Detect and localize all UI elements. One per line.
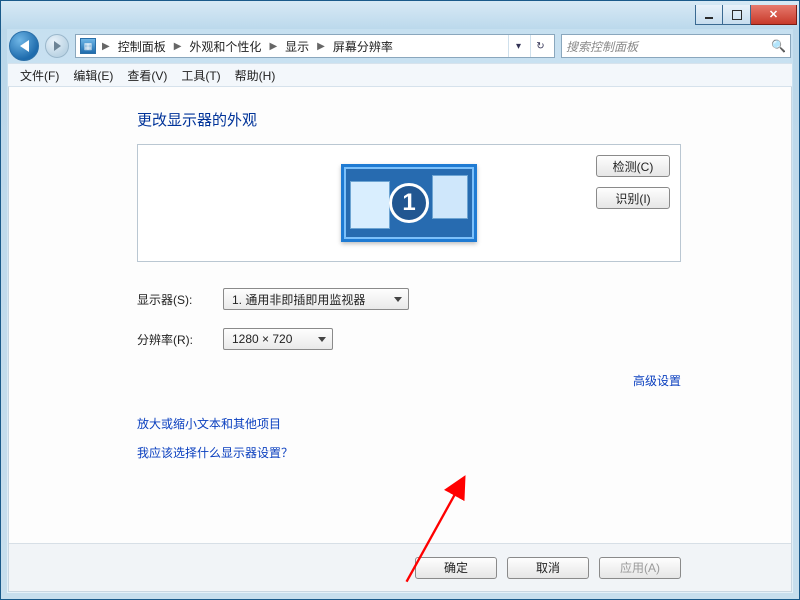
content-area: 更改显示器的外观 检测(C) 识别(I) 1 显示器(S): 1. 通用非即插即… (8, 87, 792, 592)
monitor-number-badge: 1 (389, 183, 429, 223)
resolution-label: 分辨率(R): (137, 331, 207, 348)
breadcrumb-sep: ▶ (315, 41, 327, 52)
apply-button[interactable]: 应用(A) (599, 557, 681, 579)
search-icon[interactable]: 🔍 (771, 39, 786, 53)
close-button[interactable] (751, 5, 797, 25)
back-button[interactable] (9, 31, 39, 61)
display-select[interactable]: 1. 通用非即插即用监视器 (223, 288, 409, 310)
breadcrumb-sep: ▶ (100, 41, 112, 52)
resolution-select[interactable]: 1280 × 720 (223, 328, 333, 350)
monitor-preview-panel: 检测(C) 识别(I) 1 (137, 144, 681, 262)
refresh-icon[interactable]: ↻ (530, 35, 550, 57)
arrow-right-icon (54, 41, 61, 51)
breadcrumb-control-panel[interactable]: 控制面板 (116, 36, 168, 57)
content-scroll: 更改显示器的外观 检测(C) 识别(I) 1 显示器(S): 1. 通用非即插即… (9, 87, 791, 543)
breadcrumb-display[interactable]: 显示 (283, 36, 311, 57)
footer-bar: 确定 取消 应用(A) (9, 543, 791, 591)
menu-view[interactable]: 查看(V) (127, 67, 167, 84)
addressbar-dropdown-icon[interactable]: ▾ (508, 35, 528, 57)
resolution-select-value: 1280 × 720 (232, 332, 292, 346)
cancel-button[interactable]: 取消 (507, 557, 589, 579)
which-settings-link[interactable]: 我应该选择什么显示器设置？ (137, 444, 681, 461)
breadcrumb-sep: ▶ (267, 41, 279, 52)
preview-side-buttons: 检测(C) 识别(I) (596, 155, 670, 209)
control-panel-icon: ▦ (80, 38, 96, 54)
detect-button[interactable]: 检测(C) (596, 155, 670, 177)
thumb-window-icon (350, 181, 390, 229)
row-display: 显示器(S): 1. 通用非即插即用监视器 (137, 288, 681, 310)
advanced-settings-link[interactable]: 高级设置 (633, 372, 681, 389)
menu-help[interactable]: 帮助(H) (235, 67, 276, 84)
menubar: 文件(F) 编辑(E) 查看(V) 工具(T) 帮助(H) (8, 63, 792, 87)
forward-button[interactable] (45, 34, 69, 58)
monitor-thumbnail[interactable]: 1 (341, 164, 477, 242)
menu-tools[interactable]: 工具(T) (181, 67, 220, 84)
identify-button[interactable]: 识别(I) (596, 187, 670, 209)
settings-form: 显示器(S): 1. 通用非即插即用监视器 分辨率(R): 1280 × 720 (137, 288, 681, 350)
menu-file[interactable]: 文件(F) (20, 67, 59, 84)
text-size-link[interactable]: 放大或缩小文本和其他项目 (137, 415, 681, 432)
search-input[interactable]: 搜索控制面板 🔍 (561, 34, 791, 58)
lower-links: 放大或缩小文本和其他项目 我应该选择什么显示器设置？ (137, 415, 681, 461)
breadcrumb-appearance[interactable]: 外观和个性化 (187, 36, 263, 57)
addressbar-tail: ▾ ↻ (508, 35, 550, 57)
row-resolution: 分辨率(R): 1280 × 720 (137, 328, 681, 350)
window-controls (695, 5, 797, 25)
advanced-link-row: 高级设置 (137, 372, 681, 389)
page-title: 更改显示器的外观 (137, 109, 681, 130)
window-frame: ▦ ▶ 控制面板 ▶ 外观和个性化 ▶ 显示 ▶ 屏幕分辨率 ▾ ↻ 搜索控制面… (0, 0, 800, 600)
display-label: 显示器(S): (137, 291, 207, 308)
titlebar (1, 1, 799, 29)
navbar: ▦ ▶ 控制面板 ▶ 外观和个性化 ▶ 显示 ▶ 屏幕分辨率 ▾ ↻ 搜索控制面… (1, 29, 799, 63)
display-select-value: 1. 通用非即插即用监视器 (232, 291, 365, 308)
maximize-button[interactable] (723, 5, 751, 25)
minimize-button[interactable] (695, 5, 723, 25)
search-placeholder: 搜索控制面板 (566, 38, 638, 55)
thumb-window-icon (432, 175, 468, 219)
breadcrumb-sep: ▶ (172, 41, 184, 52)
arrow-left-icon (20, 40, 29, 52)
ok-button[interactable]: 确定 (415, 557, 497, 579)
breadcrumb-resolution[interactable]: 屏幕分辨率 (331, 36, 395, 57)
address-bar[interactable]: ▦ ▶ 控制面板 ▶ 外观和个性化 ▶ 显示 ▶ 屏幕分辨率 ▾ ↻ (75, 34, 555, 58)
menu-edit[interactable]: 编辑(E) (73, 67, 113, 84)
